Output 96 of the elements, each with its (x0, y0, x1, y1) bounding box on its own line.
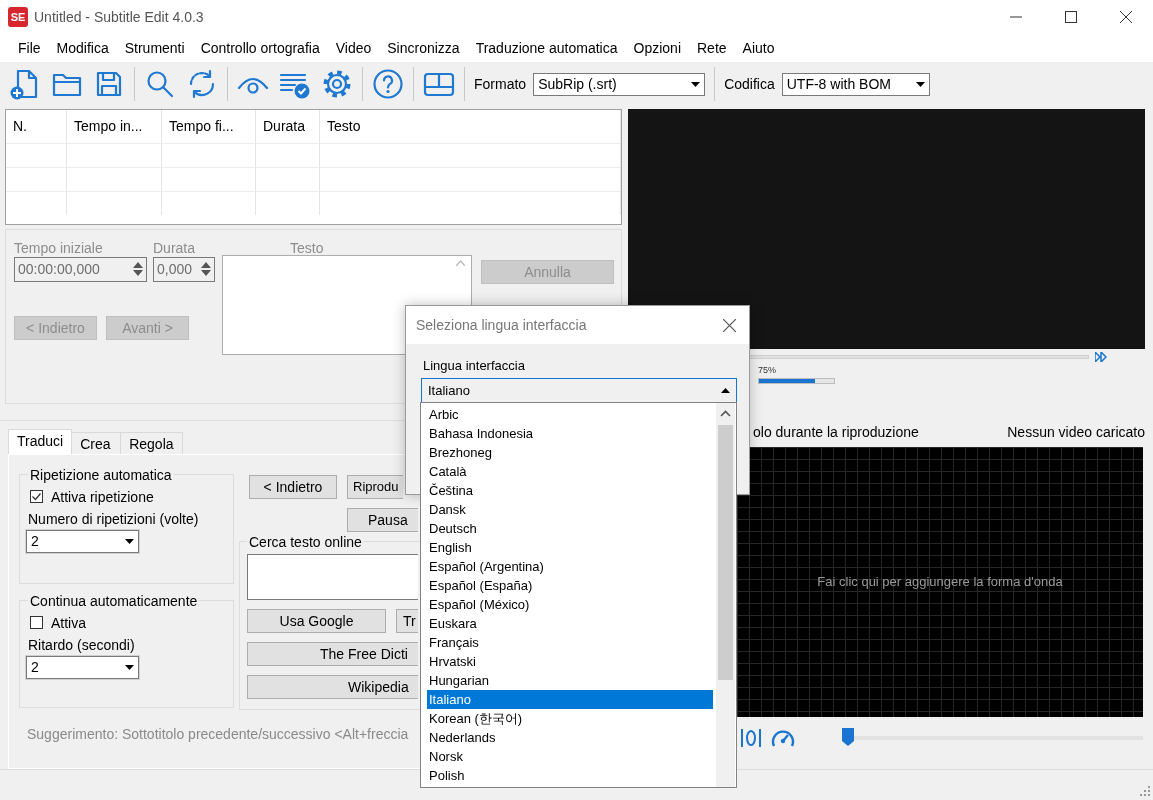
playback-option-label: olo durante la riproduzione (753, 423, 919, 442)
language-option[interactable]: English (421, 538, 713, 557)
delay-dropdown[interactable]: 2 (26, 655, 139, 679)
checkbox-checked-icon[interactable] (30, 490, 43, 504)
volume-label: 75% (758, 364, 777, 375)
dropdown-arrow-icon[interactable] (125, 538, 134, 544)
language-option[interactable]: Euskara (421, 614, 713, 633)
menu-item[interactable]: Video (327, 39, 380, 56)
format-label: Formato (474, 76, 527, 93)
language-option[interactable]: Čeština (421, 481, 713, 500)
language-option[interactable]: Bahasa Indonesia (421, 424, 713, 443)
waveform-panel[interactable]: Fai clic qui per aggiungere la forma d'onda (737, 446, 1143, 717)
column-header[interactable]: Durata (256, 109, 320, 143)
checkbox-label[interactable]: Attiva ripetizione (51, 488, 154, 505)
field-label: Numero di ripetizioni (volte) (28, 510, 200, 527)
language-option[interactable]: Arbic (421, 405, 713, 424)
table-cell (256, 190, 320, 215)
help-icon[interactable] (372, 68, 404, 101)
group-title: Ripetizione automatica (29, 466, 173, 483)
video-status: Nessun video caricato (1007, 423, 1145, 442)
language-option[interactable]: Dansk (421, 500, 713, 519)
wikipedia-button[interactable]: Wikipedia (247, 674, 418, 699)
dropdown-arrow-icon[interactable] (691, 81, 701, 87)
pause-button[interactable]: Pausa (347, 507, 418, 532)
encoding-label: Codifica (724, 76, 775, 93)
menu-item[interactable]: Strumenti (116, 39, 193, 56)
group-title: Continua automaticamente (29, 592, 199, 609)
fast-forward-icon[interactable] (1095, 351, 1107, 362)
language-option[interactable]: Español (España) (421, 576, 713, 595)
column-header[interactable]: N. (6, 109, 67, 143)
language-option[interactable]: Español (Argentina) (421, 557, 713, 576)
close-icon[interactable] (1119, 10, 1132, 23)
menu-item[interactable]: Opzioni (625, 39, 689, 56)
tab[interactable]: Regola (120, 431, 183, 454)
hint-text: Suggerimento: Sottotitolo precedente/successivo <Alt+freccia (27, 725, 409, 742)
dropdown-arrow-icon[interactable] (915, 81, 925, 87)
window-title: Untitled - Subtitle Edit 4.0.3 (34, 8, 205, 25)
translate-button[interactable]: Tr (396, 608, 418, 633)
app-logo: SE (8, 6, 28, 27)
table-cell (6, 142, 67, 167)
play-button[interactable]: Riprodu (347, 474, 403, 499)
dialog-title: Seleziona lingua interfaccia (416, 317, 587, 333)
google-button[interactable]: Usa Google (247, 608, 386, 633)
language-option[interactable]: Español (México) (421, 595, 713, 614)
column-header[interactable]: Testo (320, 109, 621, 143)
menu-item[interactable]: Controllo ortografia (192, 39, 328, 56)
menu-item[interactable]: Rete (689, 39, 735, 56)
maximize-icon[interactable] (1064, 10, 1077, 23)
menu-item[interactable]: File (10, 39, 49, 56)
dropdown-arrow-icon[interactable] (125, 664, 134, 670)
checkbox-icon[interactable] (30, 616, 43, 630)
slider-thumb[interactable] (842, 727, 854, 746)
dropdown-up-icon[interactable] (721, 388, 730, 393)
field-label: Durata (153, 240, 197, 257)
field-label: Testo (289, 240, 325, 257)
table-cell (256, 142, 320, 167)
waveform-zoom-icon[interactable] (740, 726, 762, 749)
count-dropdown[interactable]: 2 (26, 529, 139, 553)
language-option[interactable]: Norsk (421, 747, 713, 766)
language-option[interactable]: Hungarian (421, 671, 713, 690)
language-option[interactable]: Català (421, 462, 713, 481)
language-option[interactable]: Brezhoneg (421, 443, 713, 462)
field-label: Ritardo (secondi) (28, 636, 136, 653)
menu-item[interactable]: Traduzione automatica (467, 39, 626, 56)
waveform-hint: Fai clic qui per aggiungere la forma d'onda (817, 574, 1063, 590)
encoding-dropdown[interactable]: UTF-8 with BOM (781, 72, 930, 96)
dictionary-button[interactable]: The Free Dicti (247, 641, 418, 666)
search-text-field[interactable] (247, 553, 418, 600)
table-cell (6, 166, 67, 191)
language-option[interactable]: Polish (421, 766, 713, 785)
scroll-up-icon[interactable] (720, 410, 731, 417)
resize-grip-icon[interactable] (1140, 786, 1151, 797)
close-icon[interactable] (723, 318, 736, 332)
field-label: Tempo iniziale (14, 240, 104, 257)
language-option[interactable]: Korean (한국어) (421, 709, 713, 728)
field-label: Lingua interfaccia (423, 358, 526, 373)
menu-item[interactable]: Aiuto (734, 39, 783, 56)
language-option[interactable]: Hrvatski (421, 652, 713, 671)
table-cell (256, 166, 320, 191)
language-dropdown[interactable]: Italiano (421, 378, 737, 403)
group-title: Cerca testo online (248, 533, 363, 550)
volume-bar[interactable] (758, 377, 835, 384)
language-option[interactable]: Italiano (427, 690, 713, 709)
tab[interactable]: Traduci (8, 428, 73, 454)
back-button[interactable]: < Indietro (249, 474, 337, 499)
table-cell (6, 190, 67, 215)
scrollbar[interactable] (716, 403, 735, 787)
menu-item[interactable]: Sincronizza (379, 39, 468, 56)
language-option[interactable]: Deutsch (421, 519, 713, 538)
column-header[interactable]: Tempo in... (67, 109, 162, 143)
menu-item[interactable]: Modifica (48, 39, 117, 56)
column-header[interactable]: Tempo fi... (162, 109, 256, 143)
checkbox-label[interactable]: Attiva (51, 614, 86, 631)
language-option[interactable]: Français (421, 633, 713, 652)
language-option[interactable]: Nederlands (421, 728, 713, 747)
format-dropdown[interactable]: SubRip (.srt) (533, 72, 706, 96)
